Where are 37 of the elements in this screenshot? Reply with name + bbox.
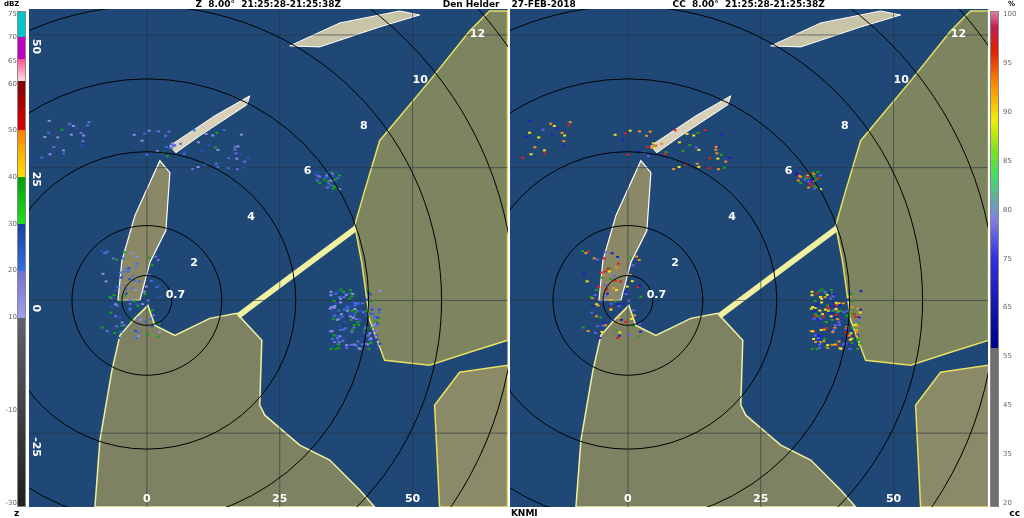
colorbar-label: cc [1009, 507, 1020, 518]
axis-label: 0 [623, 492, 632, 505]
ring-label: 0.7 [646, 287, 666, 301]
radar-echo-cluster [809, 288, 862, 351]
ring-label: 10 [412, 72, 428, 86]
axis-label: 0 [29, 304, 43, 313]
axis-label: 25 [29, 171, 43, 187]
station-name: Den Helder [442, 0, 500, 9]
ring-label: 8 [360, 118, 368, 132]
radar-echo-cluster [328, 288, 382, 351]
ring-label: 6 [784, 164, 792, 178]
ring-label: 4 [727, 209, 736, 223]
ring-label: 12 [469, 26, 485, 40]
ring-label: 8 [840, 118, 849, 132]
radar-echo-cluster [313, 170, 341, 191]
ring-label: 12 [950, 26, 966, 40]
ring-label: 2 [670, 256, 679, 270]
credit-label: KNMI [510, 507, 538, 518]
radar-echo-cluster [794, 170, 822, 191]
radar-echo-cluster [520, 119, 572, 159]
axis-label: -25 [29, 437, 43, 457]
date-label: 27-FEB-2018 [511, 0, 576, 9]
panel-title: CC 8.00° 21:25:28-21:25:38Z [672, 0, 825, 9]
colorbar-label: z [14, 507, 20, 518]
ring-label: 2 [190, 256, 198, 270]
ring-label: 6 [303, 164, 312, 178]
ring-label: 10 [893, 72, 909, 86]
radar-echo-cluster [40, 119, 91, 159]
axis-label: 50 [404, 492, 421, 505]
axis-label: 50 [29, 38, 43, 55]
axis-label: 0 [143, 492, 151, 505]
axis-label: 25 [272, 492, 288, 505]
axis-label: 50 [885, 492, 901, 505]
panel-title: Z 8.00° 21:25:28-21:25:38Z [195, 0, 341, 9]
axis-label: 25 [752, 492, 768, 505]
ring-label: 4 [247, 209, 255, 223]
ring-label: 0.7 [165, 287, 186, 301]
